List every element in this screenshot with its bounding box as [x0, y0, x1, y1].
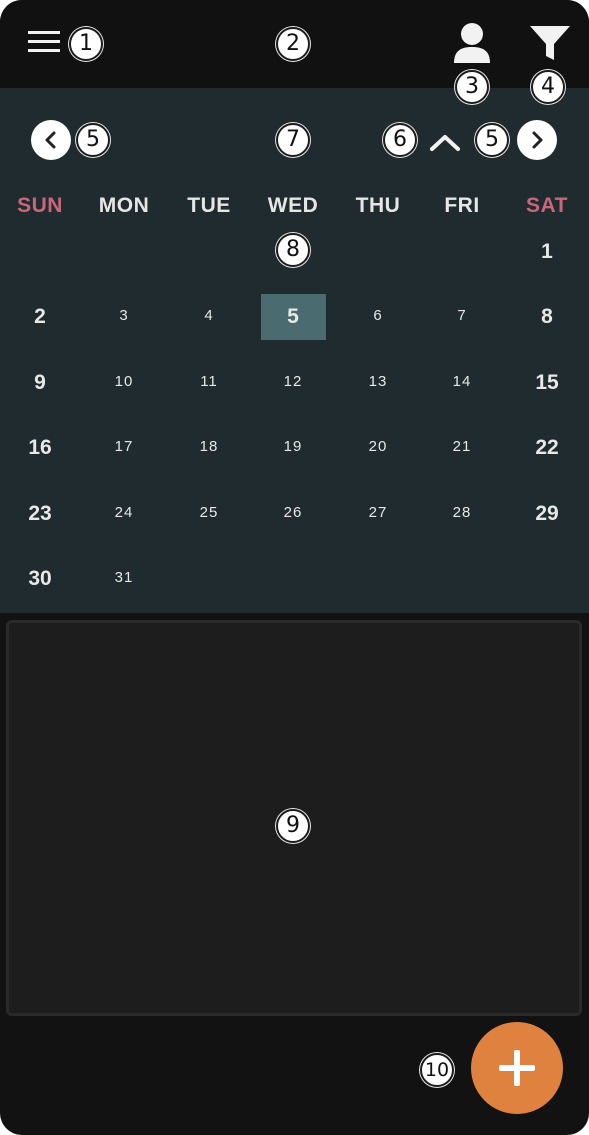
menu-icon[interactable] — [28, 31, 60, 57]
calendar-day[interactable]: 26 — [251, 504, 335, 521]
calendar-day[interactable]: 29 — [505, 502, 589, 526]
calendar-day[interactable]: 27 — [336, 504, 420, 521]
calendar-day[interactable]: 3 — [82, 307, 166, 324]
collapse-calendar-button[interactable] — [428, 133, 462, 153]
weekday-sat: SAT — [526, 194, 568, 217]
annotation-badge: 4 — [531, 70, 565, 104]
weekday-sun: SUN — [17, 194, 63, 217]
calendar-day[interactable]: 13 — [336, 373, 420, 390]
next-month-button[interactable] — [517, 120, 557, 160]
calendar-day[interactable]: 6 — [336, 307, 420, 324]
annotation-badge: 8 — [276, 233, 310, 267]
calendar-day[interactable]: 21 — [420, 438, 504, 455]
user-icon[interactable] — [452, 22, 492, 64]
annotation-badge: 7 — [276, 123, 310, 157]
calendar-day[interactable]: 23 — [0, 502, 82, 526]
annotation-badge: 9 — [276, 809, 310, 843]
add-event-button[interactable] — [471, 1022, 563, 1114]
calendar-day[interactable]: 11 — [167, 373, 251, 390]
plus-icon-bar — [499, 1065, 535, 1071]
calendar-day[interactable]: 14 — [420, 373, 504, 390]
annotation-badge: 2 — [276, 27, 310, 61]
chevron-left-icon — [45, 131, 56, 149]
calendar-day[interactable]: 25 — [167, 504, 251, 521]
calendar-day[interactable]: 24 — [82, 504, 166, 521]
calendar-day[interactable]: 16 — [0, 436, 82, 460]
weekday-thu: THU — [355, 194, 401, 217]
annotation-badge: 10 — [420, 1053, 454, 1087]
calendar-day[interactable]: 28 — [420, 504, 504, 521]
weekday-tue: TUE — [187, 194, 231, 217]
calendar-day[interactable]: 8 — [505, 305, 589, 329]
calendar-day[interactable]: 31 — [82, 569, 166, 586]
month-calendar — [0, 88, 589, 613]
calendar-day[interactable]: 9 — [0, 371, 82, 395]
annotation-badge: 5 — [76, 123, 110, 157]
calendar-day[interactable]: 17 — [82, 438, 166, 455]
annotation-badge: 6 — [383, 123, 417, 157]
annotation-badge: 1 — [69, 27, 103, 61]
calendar-day[interactable]: 20 — [336, 438, 420, 455]
calendar-day[interactable]: 15 — [505, 371, 589, 395]
weekday-wed: WED — [267, 194, 319, 217]
weekday-fri: FRI — [444, 194, 480, 217]
annotation-badge: 3 — [455, 70, 489, 104]
calendar-day[interactable]: 2 — [0, 305, 82, 329]
calendar-day[interactable]: 10 — [82, 373, 166, 390]
calendar-day[interactable]: 1 — [505, 240, 589, 264]
calendar-day[interactable]: 18 — [167, 438, 251, 455]
calendar-day[interactable]: 5 — [251, 305, 335, 329]
annotation-badge: 5 — [475, 123, 509, 157]
calendar-day[interactable]: 22 — [505, 436, 589, 460]
chevron-up-icon — [430, 135, 460, 151]
calendar-day[interactable]: 30 — [0, 567, 82, 591]
weekday-mon: MON — [98, 194, 150, 217]
previous-month-button[interactable] — [31, 120, 71, 160]
calendar-day[interactable]: 19 — [251, 438, 335, 455]
filter-icon[interactable] — [528, 24, 572, 62]
app-screen: SUN MON TUE WED THU FRI SAT 1 2 3 4 5 6 7 8 9 10 1… — [0, 0, 589, 1135]
calendar-day[interactable]: 12 — [251, 373, 335, 390]
chevron-right-icon — [532, 131, 543, 149]
calendar-day[interactable]: 4 — [167, 307, 251, 324]
calendar-day[interactable]: 7 — [420, 307, 504, 324]
